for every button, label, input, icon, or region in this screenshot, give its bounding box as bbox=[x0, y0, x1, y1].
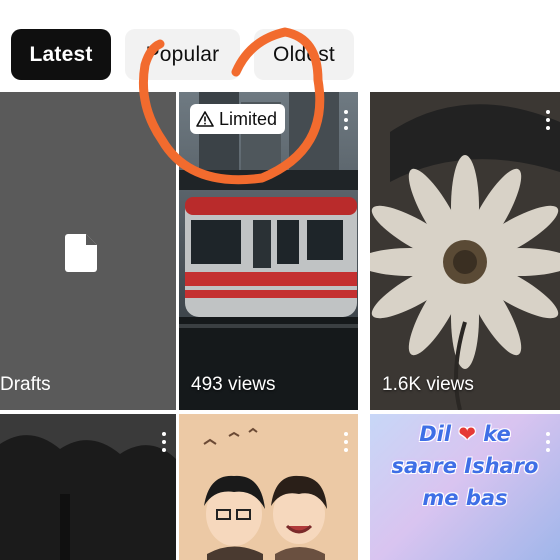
video-tile-tree[interactable] bbox=[0, 414, 176, 560]
overlay-text-line1: Dil ❤ ke bbox=[419, 422, 511, 446]
video-thumbnail-anime bbox=[179, 414, 358, 560]
overlay-text-line2: saare Isharo bbox=[391, 454, 539, 478]
video-thumbnail-train bbox=[179, 92, 358, 410]
chip-oldest[interactable]: Oldest bbox=[254, 29, 354, 80]
more-options-icon[interactable] bbox=[343, 110, 349, 130]
overlay-text-line3: me bas bbox=[422, 486, 508, 510]
filter-chips-bar: Latest Popular Oldest bbox=[0, 0, 560, 92]
chip-latest[interactable]: Latest bbox=[11, 29, 111, 80]
drafts-tile[interactable]: Drafts bbox=[0, 92, 176, 410]
video-tile-text[interactable]: Dil ❤ ke saare Isharo me bas bbox=[370, 414, 560, 560]
video-tile-anime[interactable] bbox=[179, 414, 358, 560]
video-thumbnail-flower bbox=[370, 92, 560, 410]
video-grid: Drafts Limited 493 views 1.6K views Dil … bbox=[0, 92, 560, 560]
limited-badge: Limited bbox=[190, 104, 286, 134]
video-tile-train[interactable]: Limited 493 views bbox=[179, 92, 358, 410]
view-count: 493 views bbox=[191, 374, 276, 395]
chip-popular[interactable]: Popular bbox=[125, 29, 240, 80]
more-options-icon[interactable] bbox=[343, 432, 349, 452]
more-options-icon[interactable] bbox=[161, 432, 167, 452]
warning-icon bbox=[196, 111, 214, 127]
view-count: 1.6K views bbox=[382, 374, 474, 395]
heart-icon: ❤ bbox=[458, 422, 476, 446]
video-tile-flower[interactable]: 1.6K views bbox=[370, 92, 560, 410]
video-thumbnail-tree bbox=[0, 414, 176, 560]
limited-badge-label: Limited bbox=[219, 108, 278, 129]
drafts-label: Drafts bbox=[0, 374, 51, 395]
more-options-icon[interactable] bbox=[545, 432, 551, 452]
draft-document-icon bbox=[65, 234, 97, 272]
more-options-icon[interactable] bbox=[545, 110, 551, 130]
